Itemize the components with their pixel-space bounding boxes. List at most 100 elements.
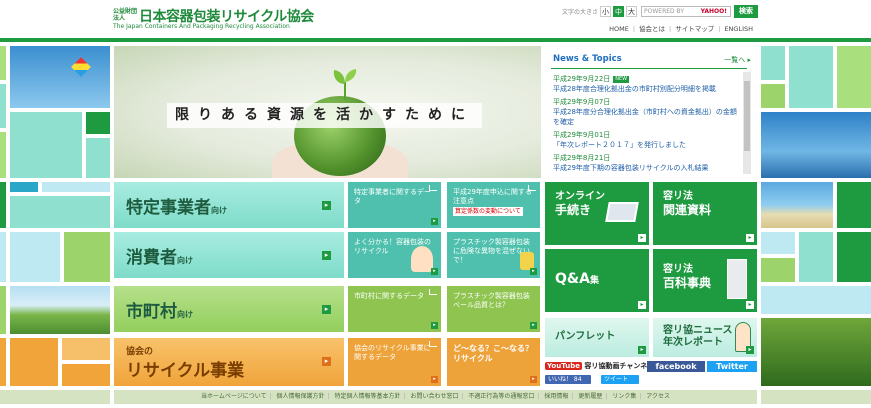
decor-tile [837, 232, 871, 282]
arrow-right-icon: ▸ [431, 322, 438, 329]
decor-tile [86, 112, 110, 134]
news-item[interactable]: 平成29年9月01日 「年次レポート２０１７」を発行しました [553, 130, 741, 150]
pamphlet-tile[interactable]: パンフレット ▸ [545, 318, 649, 357]
nav-about[interactable]: 協会とは [639, 25, 665, 33]
news-title: News & Topics [553, 54, 622, 64]
news-scrollbar[interactable] [743, 72, 751, 174]
tile-label: パンフレット [555, 331, 616, 342]
header: 公益財団法人 日本容器包装リサイクル協会 The Japan Container… [0, 0, 871, 38]
category-recycle-business-button[interactable]: 協会の リサイクル事業 ▸ [114, 338, 344, 386]
news-scrollbar-thumb[interactable] [744, 81, 750, 151]
what-next-tile[interactable]: ど～なる？こ～なる？リサイクル ▸ [447, 338, 540, 386]
law-documents-tile[interactable]: 容リ法 関連資料 ▸ [653, 182, 757, 245]
category-consumer-button[interactable]: 消費者向け ▸ [114, 232, 344, 278]
news-text[interactable]: 「年次レポート２０１７」を発行しました [553, 140, 741, 150]
news-item[interactable]: 平成29年8月21日 平成29年度下期の容器包装リサイクルの入札結果 [553, 153, 741, 173]
footer-link[interactable]: アクセス [646, 393, 670, 400]
decor-tile [10, 232, 60, 282]
coefficient-badge[interactable]: 算定係数の変動について [453, 207, 523, 216]
recycle-data-tile[interactable]: 協会のリサイクル事業に関するデータ ▸ [348, 338, 441, 386]
decor-photo-sea [761, 112, 871, 178]
family-illustration [411, 246, 433, 272]
decor-photo-field [10, 286, 110, 334]
footer-link[interactable]: 個人情報保護方針 [277, 393, 325, 400]
twitter-button[interactable]: Twitter [707, 361, 757, 372]
news-report-tile[interactable]: 容リ協ニュース 年次レポート ▸ [653, 318, 757, 357]
online-procedure-tile[interactable]: オンライン 手続き ▸ [545, 182, 649, 245]
font-size-medium-button[interactable]: 中 [613, 6, 625, 17]
footer-link[interactable]: 特定個人情報等基本方針 [334, 393, 400, 400]
decor-tile [0, 46, 6, 80]
decor-tile [62, 364, 110, 386]
facebook-button[interactable]: facebook [647, 361, 705, 372]
news-text[interactable]: 平成28年度分合理化拠出金（市町村への資金拠出）の金額を確定 [553, 107, 741, 127]
tile-label-qa: Q&A集 [555, 271, 599, 287]
footer-link[interactable]: 更新履歴 [578, 393, 602, 400]
nav-separator: | [632, 25, 636, 33]
hero-copy: 限りある資源を活かすために [167, 103, 482, 128]
tile-label: ど～なる？こ～なる？リサイクル [453, 344, 533, 363]
decor-tile [837, 46, 871, 108]
arrow-right-icon: ▸ [746, 301, 754, 309]
arrow-right-icon: ▸ [638, 234, 646, 242]
decor-tile [761, 84, 785, 108]
tile-label: プラスチック製容器包装に危険な異物を混ぜないで！ [453, 238, 530, 264]
news-text[interactable]: 平成28年度合理化拠出金の市町村別配分明細を掲載 [553, 84, 741, 94]
chart-icon [429, 341, 437, 347]
tile-label: 容リ法 [663, 191, 693, 202]
font-size-large-button[interactable]: 大 [626, 6, 638, 17]
plastic-foreign-tile[interactable]: プラスチック製容器包装に危険な異物を混ぜないで！ ▸ [447, 232, 540, 278]
arrow-right-icon: ▸ [431, 268, 438, 275]
search-input[interactable]: POWERED BY YAHOO! [641, 6, 731, 17]
news-text[interactable]: 平成29年度下期の容器包装リサイクルの入札結果 [553, 163, 741, 173]
tile-label: 平成29年度申込に関する注意点 [453, 188, 532, 205]
hero-banner: 限りある資源を活かすために [114, 46, 541, 178]
decor-tile [761, 390, 871, 404]
bale-quality-tile[interactable]: プラスチック製容器包装ベール品質とは？ ▸ [447, 286, 540, 332]
nav-sitemap[interactable]: サイトマップ [675, 25, 714, 33]
business-data-tile[interactable]: 特定事業者に関するデータ ▸ [348, 182, 441, 228]
news-item[interactable]: 平成29年9月22日 NEW 平成28年度合理化拠出金の市町村別配分明細を掲載 [553, 74, 741, 94]
category-label: リサイクル事業 [126, 361, 245, 381]
nav-english[interactable]: ENGLISH [724, 25, 753, 33]
youtube-icon: YouTube [545, 362, 582, 370]
nav-separator: | [669, 25, 672, 33]
decor-tile [64, 232, 110, 282]
facebook-like-button[interactable]: いいね！ 84 [545, 375, 591, 384]
footer-link[interactable]: 採用情報 [544, 393, 568, 400]
category-municipal-button[interactable]: 市町村向け ▸ [114, 286, 344, 332]
learn-recycling-tile[interactable]: よく分かる！容器包装のリサイクル ▸ [348, 232, 441, 278]
tile-label: 市町村に関するデータ [354, 292, 424, 300]
qa-tile[interactable]: Q&A集 ▸ [545, 249, 649, 312]
footer-link[interactable]: お問い合わせ窓口 [410, 393, 458, 400]
decor-tile [10, 196, 110, 228]
category-label: 消費者 [126, 248, 177, 268]
youtube-channel-link[interactable]: YouTube 容リ協動画チャンネル [545, 361, 654, 371]
footer-link[interactable]: リンク集 [612, 393, 636, 400]
municipal-data-tile[interactable]: 市町村に関するデータ ▸ [348, 286, 441, 332]
nav-home[interactable]: HOME [609, 25, 629, 33]
tweet-button[interactable]: ツイート [601, 375, 639, 384]
footer-link[interactable]: 不適正行為等の通報窓口 [468, 393, 534, 400]
font-size-small-button[interactable]: 小 [600, 6, 612, 17]
decor-tile [0, 132, 6, 178]
news-item[interactable]: 平成29年9月07日 平成28年度分合理化拠出金（市町村への資金拠出）の金額を確… [553, 97, 741, 127]
arrow-right-icon: ▸ [322, 201, 331, 210]
decor-tile [761, 46, 785, 80]
search-button[interactable]: 検索 [734, 5, 758, 18]
tile-label: 特定事業者に関するデータ [354, 188, 431, 205]
footer-link[interactable]: 当ホームページについて [201, 393, 267, 400]
nav-separator: | [718, 25, 721, 33]
category-business-button[interactable]: 特定事業者向け ▸ [114, 182, 344, 228]
news-more-link[interactable]: 一覧へ ▸ [724, 55, 751, 65]
news-date: 平成29年9月01日 [553, 131, 611, 139]
decor-tile [10, 182, 38, 192]
notice-tile[interactable]: 平成29年度申込に関する注意点 算定係数の変動について [447, 182, 540, 228]
encyclopedia-tile[interactable]: 容リ法 百科事典 ▸ [653, 249, 757, 312]
logo-corp-type: 公益財団法人 [113, 8, 138, 22]
decor-tile [10, 338, 58, 386]
category-label: 特定事業者 [126, 198, 211, 218]
decor-tile [62, 338, 110, 360]
tile-label: 協会のリサイクル事業に関するデータ [354, 344, 431, 361]
news-divider [551, 68, 747, 69]
